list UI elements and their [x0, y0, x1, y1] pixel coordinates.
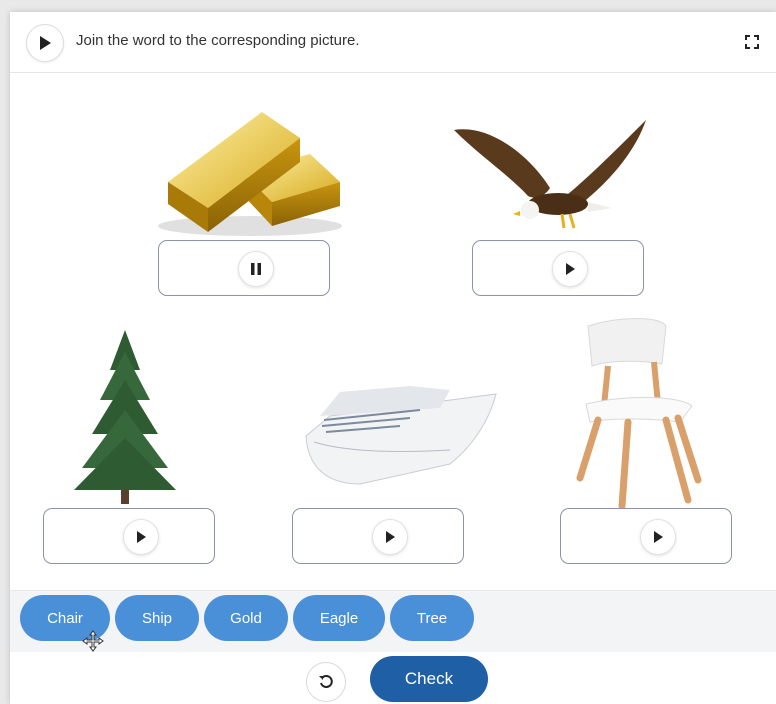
activity-card: Join the word to the corresponding pictu…: [10, 12, 776, 704]
gold-bars-image: [158, 112, 342, 236]
word-bank: Chair Ship Gold Eagle Tree: [10, 590, 776, 653]
tree-image: [74, 330, 176, 504]
reset-button[interactable]: [306, 662, 346, 702]
drop-target-eagle[interactable]: [472, 240, 644, 296]
check-button[interactable]: Check: [370, 656, 488, 702]
move-cursor-icon: [82, 630, 104, 652]
activity-header: Join the word to the corresponding pictu…: [10, 12, 776, 73]
eagle-image: [454, 120, 646, 229]
word-chip-eagle[interactable]: Eagle: [293, 595, 385, 641]
activity-footer: Check: [10, 652, 776, 704]
word-chip-gold[interactable]: Gold: [204, 595, 288, 641]
reset-icon: [319, 675, 333, 688]
chair-image: [576, 318, 702, 510]
play-icon: [566, 263, 575, 275]
instruction-text: Join the word to the corresponding pictu…: [76, 32, 360, 49]
fullscreen-icon: [745, 35, 759, 49]
word-chip-tree[interactable]: Tree: [390, 595, 474, 641]
gold-audio-button[interactable]: [238, 251, 274, 287]
ship-image: [305, 386, 497, 485]
drop-target-tree[interactable]: [43, 508, 215, 564]
drop-target-gold[interactable]: [158, 240, 330, 296]
drop-target-chair[interactable]: [560, 508, 732, 564]
play-icon: [40, 36, 51, 50]
chair-audio-button[interactable]: [640, 519, 676, 555]
pause-icon: [251, 263, 261, 275]
play-icon: [137, 531, 146, 543]
drop-target-ship[interactable]: [292, 508, 464, 564]
ship-audio-button[interactable]: [372, 519, 408, 555]
word-chip-ship[interactable]: Ship: [115, 595, 199, 641]
play-icon: [386, 531, 395, 543]
eagle-audio-button[interactable]: [552, 251, 588, 287]
fullscreen-button[interactable]: [734, 24, 770, 60]
tree-audio-button[interactable]: [123, 519, 159, 555]
play-instruction-button[interactable]: [26, 24, 64, 62]
play-icon: [654, 531, 663, 543]
